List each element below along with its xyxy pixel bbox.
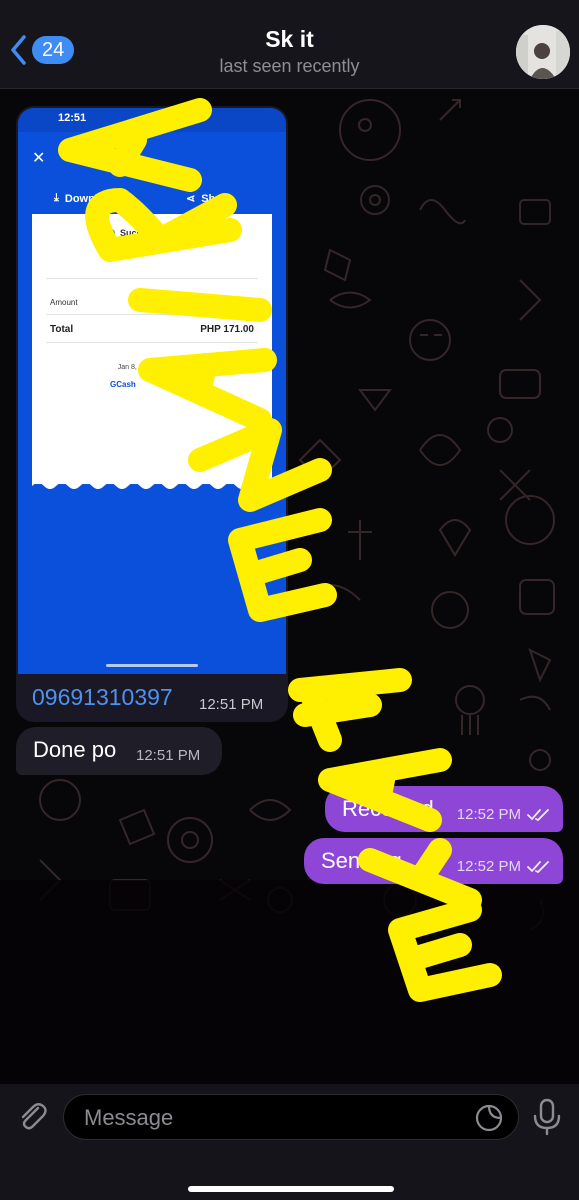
home-indicator [188, 1186, 394, 1192]
check-circle-icon [106, 229, 115, 237]
close-icon: ✕ [32, 150, 46, 167]
message-time: 12:51 PM [199, 696, 264, 713]
contact-avatar[interactable] [516, 25, 570, 79]
download-label: Download [64, 192, 118, 205]
screenshot-time: 12:51 [58, 112, 87, 124]
double-check-icon [527, 809, 549, 822]
message-field[interactable] [63, 1094, 519, 1141]
message-input[interactable] [82, 1095, 466, 1141]
receipt-torn-edge [32, 480, 272, 489]
outgoing-message[interactable]: Sending 12:52 PM [304, 838, 563, 884]
gcash-logo: GCash [110, 380, 136, 389]
amount-label: Amount [50, 298, 78, 307]
screenshot-status-bar: 12:51 [18, 108, 286, 132]
double-check-icon [527, 861, 549, 874]
total-value: PHP 171.00 [200, 324, 254, 335]
last-seen-status: last seen recently [219, 56, 360, 76]
receipt-date: Jan 8, 2023 12:51 PM [117, 364, 187, 371]
message-time: 12:51 PM [136, 747, 201, 764]
message-input-bar [0, 1084, 579, 1200]
chat-screen: 24 Sk it last seen recently 12:51 ✕ ⤓ Do… [0, 0, 579, 1200]
message-time: 12:52 PM [456, 806, 521, 823]
message-text: Done po [33, 737, 117, 762]
download-icon: ⤓ [54, 192, 59, 204]
phone-number-caption[interactable]: 09691310397 [32, 684, 173, 711]
chat-header: 24 Sk it last seen recently [0, 0, 579, 89]
share-label: Share [201, 192, 232, 205]
message-time: 12:52 PM [456, 858, 521, 875]
message-text: Sending [321, 848, 402, 873]
share-icon: ⋖ [186, 193, 196, 205]
screenshot-home-indicator [106, 664, 198, 667]
photo-message[interactable]: 12:51 ✕ ⤓ Download ⋖ Share Successfully … [16, 106, 288, 722]
amount-value: PHP 171.00 [211, 298, 254, 307]
receipt-status: Successfully Sent [32, 228, 272, 238]
microphone-icon[interactable] [530, 1098, 564, 1136]
outgoing-message[interactable]: Received 12:52 PM [325, 786, 563, 832]
receipt-card: Successfully Sent Amount PHP 171.00 Tota… [32, 214, 272, 484]
message-text: Received [342, 796, 434, 821]
share-action: ⋖ Share [186, 192, 232, 206]
download-action: ⤓ Download [54, 192, 117, 205]
incoming-message[interactable]: Done po 12:51 PM [16, 727, 222, 775]
chat-title[interactable]: Sk it [0, 26, 579, 53]
avatar-photo [516, 25, 570, 79]
sticker-icon[interactable] [474, 1103, 504, 1133]
receipt-screenshot[interactable]: 12:51 ✕ ⤓ Download ⋖ Share Successfully … [18, 108, 286, 674]
total-label: Total [50, 324, 74, 335]
paperclip-icon[interactable] [14, 1098, 50, 1134]
